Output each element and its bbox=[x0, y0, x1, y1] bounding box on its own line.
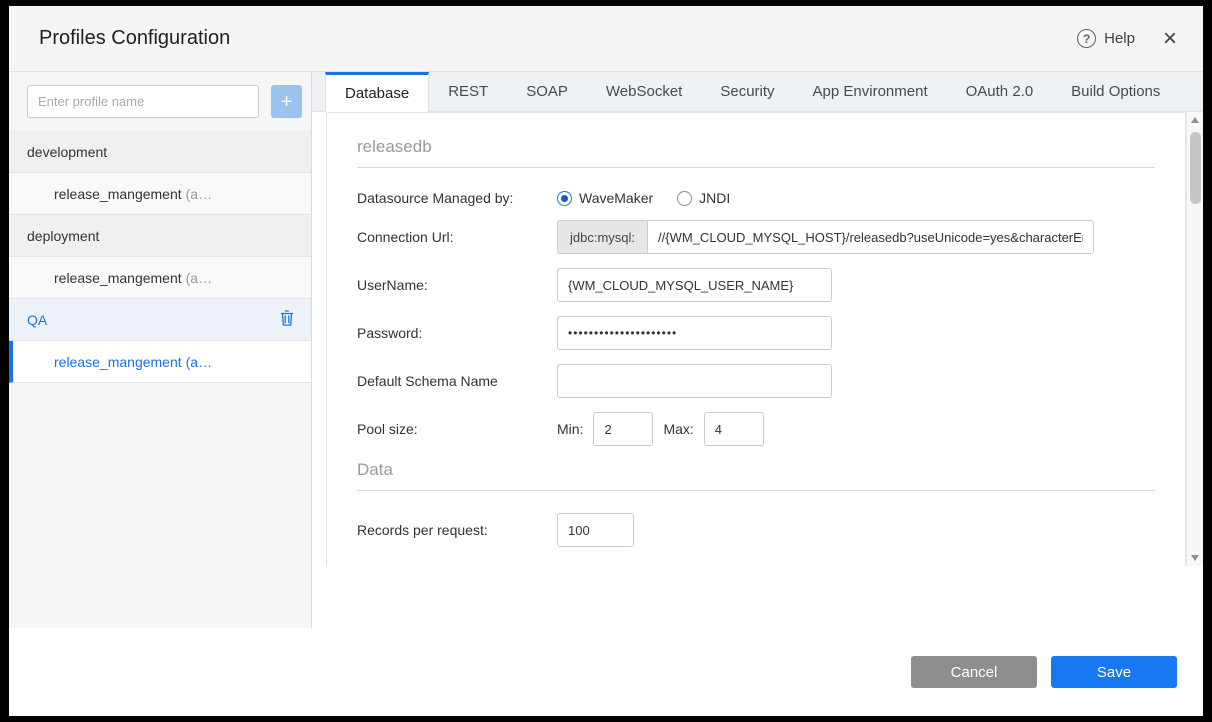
sidebar-item-label: release_mangement bbox=[54, 185, 182, 202]
database-tab-content: releasedb Datasource Managed by: WaveMak… bbox=[312, 112, 1186, 566]
schema-row: Default Schema Name bbox=[357, 364, 1155, 398]
scroll-down-button[interactable] bbox=[1187, 550, 1204, 566]
tab-bar: Database REST SOAP WebSocket Security Ap… bbox=[312, 72, 1203, 112]
dialog-footer: Cancel Save bbox=[9, 628, 1203, 716]
scrollbar-thumb[interactable] bbox=[1190, 132, 1201, 204]
records-per-request-row: Records per request: bbox=[357, 513, 1155, 547]
radio-jndi[interactable]: JNDI bbox=[677, 190, 730, 206]
profile-name-input[interactable] bbox=[27, 85, 260, 118]
pool-max-input[interactable] bbox=[703, 412, 764, 446]
profiles-sidebar: + development release_mangement (a… depl… bbox=[9, 72, 312, 628]
cancel-button[interactable]: Cancel bbox=[911, 656, 1037, 688]
sidebar-item-suffix: (a… bbox=[185, 269, 213, 286]
radio-wavemaker[interactable]: WaveMaker bbox=[557, 190, 653, 206]
dialog-header: Profiles Configuration ? Help × bbox=[9, 6, 1203, 72]
section-title-data: Data bbox=[357, 460, 393, 479]
add-profile-button[interactable]: + bbox=[271, 85, 302, 118]
tab-websocket[interactable]: WebSocket bbox=[587, 72, 701, 111]
min-label: Min: bbox=[557, 421, 584, 437]
sidebar-item-label: release_mangement bbox=[54, 269, 182, 286]
connection-url-label: Connection Url: bbox=[357, 229, 454, 245]
datasource-radio-group: WaveMaker JNDI bbox=[557, 190, 730, 206]
divider bbox=[357, 167, 1155, 168]
records-per-request-label: Records per request: bbox=[357, 522, 488, 538]
schema-input[interactable] bbox=[557, 364, 832, 398]
pool-size-controls: Min: Max: bbox=[557, 412, 764, 446]
password-input[interactable] bbox=[557, 316, 832, 350]
scroll-up-button[interactable] bbox=[1187, 112, 1204, 128]
radio-wavemaker-label: WaveMaker bbox=[579, 190, 654, 206]
save-button[interactable]: Save bbox=[1051, 656, 1177, 688]
connection-url-input[interactable] bbox=[647, 220, 1094, 254]
sidebar-item-release-mangement-qa[interactable]: release_mangement (a… bbox=[9, 341, 311, 383]
divider bbox=[357, 490, 1155, 491]
help-icon: ? bbox=[1077, 29, 1097, 48]
tab-database[interactable]: Database bbox=[325, 72, 430, 112]
profile-add-row: + bbox=[9, 72, 311, 131]
sidebar-item-label: deployment bbox=[27, 227, 100, 244]
password-label: Password: bbox=[357, 325, 423, 341]
tab-oauth[interactable]: OAuth 2.0 bbox=[947, 72, 1053, 111]
sidebar-item-label: release_mangement bbox=[54, 353, 182, 370]
pool-size-row: Pool size: Min: Max: bbox=[357, 412, 1155, 446]
help-button[interactable]: ? Help bbox=[1077, 29, 1135, 48]
username-label: UserName: bbox=[357, 277, 428, 293]
connection-url-row: Connection Url: jdbc:mysql: bbox=[357, 220, 1155, 254]
datasource-label: Datasource Managed by: bbox=[357, 190, 514, 206]
tab-app-environment[interactable]: App Environment bbox=[794, 72, 947, 111]
close-icon[interactable]: × bbox=[1163, 26, 1177, 51]
content-bottom-spacer bbox=[312, 566, 1203, 628]
profiles-configuration-dialog: Profiles Configuration ? Help × + develo… bbox=[9, 6, 1203, 716]
sidebar-item-suffix: (a… bbox=[185, 353, 213, 370]
sidebar-item-qa[interactable]: QA bbox=[9, 299, 311, 341]
database-form-panel: releasedb Datasource Managed by: WaveMak… bbox=[326, 112, 1186, 566]
radio-jndi-label: JNDI bbox=[699, 190, 731, 206]
page-title: Profiles Configuration bbox=[39, 27, 231, 49]
trash-icon bbox=[279, 309, 295, 330]
delete-profile-button[interactable] bbox=[279, 309, 295, 330]
password-row: Password: bbox=[357, 316, 1155, 350]
sidebar-item-release-mangement-dev[interactable]: release_mangement (a… bbox=[9, 173, 311, 215]
tab-content-viewport: releasedb Datasource Managed by: WaveMak… bbox=[312, 112, 1203, 566]
sidebar-item-label: QA bbox=[27, 311, 48, 328]
up-arrow-icon bbox=[1191, 117, 1199, 123]
main-panel: Database REST SOAP WebSocket Security Ap… bbox=[312, 72, 1203, 628]
sidebar-item-development[interactable]: development bbox=[9, 131, 311, 173]
username-input[interactable] bbox=[557, 268, 832, 302]
tab-rest[interactable]: REST bbox=[429, 72, 507, 111]
vertical-scrollbar[interactable] bbox=[1186, 112, 1203, 566]
pool-min-input[interactable] bbox=[593, 412, 654, 446]
jdbc-prefix-addon: jdbc:mysql: bbox=[557, 220, 648, 254]
section-title-releasedb: releasedb bbox=[357, 137, 432, 156]
sidebar-item-suffix: (a… bbox=[185, 185, 213, 202]
radio-selected-icon bbox=[557, 190, 572, 206]
records-per-request-input[interactable] bbox=[557, 513, 634, 547]
connection-url-group: jdbc:mysql: bbox=[557, 220, 1094, 254]
scrollbar-track[interactable] bbox=[1187, 128, 1203, 550]
tab-soap[interactable]: SOAP bbox=[507, 72, 587, 111]
help-label: Help bbox=[1104, 30, 1135, 47]
sidebar-item-release-mangement-deploy[interactable]: release_mangement (a… bbox=[9, 257, 311, 299]
schema-label: Default Schema Name bbox=[357, 373, 498, 389]
pool-size-label: Pool size: bbox=[357, 421, 418, 437]
sidebar-item-label: development bbox=[27, 143, 108, 160]
radio-unselected-icon bbox=[677, 190, 693, 206]
tab-build-options[interactable]: Build Options bbox=[1052, 72, 1179, 111]
datasource-row: Datasource Managed by: WaveMaker JNDI bbox=[357, 190, 1155, 206]
dialog-body: + development release_mangement (a… depl… bbox=[9, 72, 1203, 628]
down-arrow-icon bbox=[1191, 555, 1199, 561]
username-row: UserName: bbox=[357, 268, 1155, 302]
sidebar-item-deployment[interactable]: deployment bbox=[9, 215, 311, 257]
tab-security[interactable]: Security bbox=[701, 72, 793, 111]
max-label: Max: bbox=[663, 421, 694, 437]
